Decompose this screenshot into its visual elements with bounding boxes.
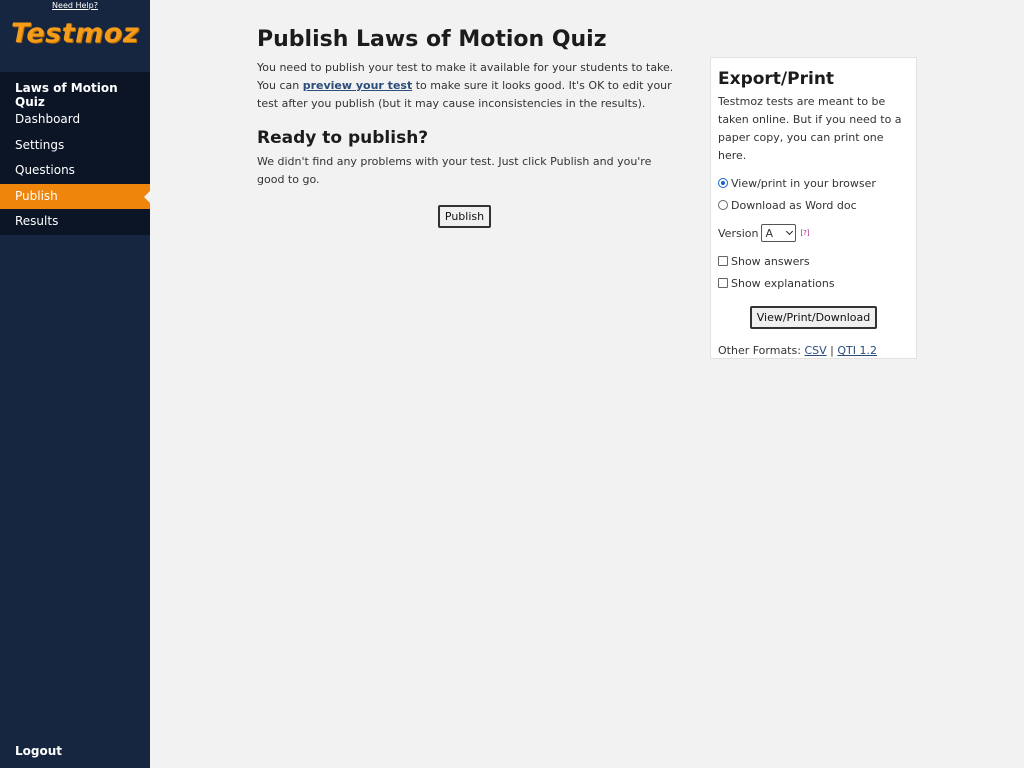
sidebar-item-results[interactable]: Results [0,209,150,235]
version-value: A [765,226,773,240]
testmoz-logo[interactable]: Testmoz [0,16,150,52]
view-print-download-button[interactable]: View/Print/Download [749,306,878,329]
publish-button-wrap: Publish [257,205,672,228]
other-formats: Other Formats: CSV | QTI 1.2 [718,343,909,359]
sidebar-item-settings[interactable]: Settings [0,133,150,159]
publish-intro: You need to publish your test to make it… [257,59,677,113]
csv-link[interactable]: CSV [804,344,826,357]
format-separator: | [826,344,838,357]
view-browser-label[interactable]: View/print in your browser [731,177,876,190]
view-print-download-wrap: View/Print/Download [718,306,909,329]
version-label: Version [718,226,759,240]
qti-link[interactable]: QTI 1.2 [837,344,877,357]
other-formats-label: Other Formats: [718,344,805,357]
word-doc-label[interactable]: Download as Word doc [731,199,857,212]
export-description: Testmoz tests are meant to be taken onli… [718,95,902,162]
logout-link[interactable]: Logout [15,744,62,758]
show-explanations-row[interactable]: Show explanations [718,272,909,294]
sidebar-nav: Laws of Motion Quiz Dashboard Settings Q… [0,72,150,235]
need-help-link[interactable]: Need Help? [0,1,150,11]
export-title: Export/Print [718,69,835,89]
page-title: Publish Laws of Motion Quiz [257,27,607,52]
show-answers-label[interactable]: Show answers [731,255,810,268]
export-print-panel: Export/Print Testmoz tests are meant to … [710,57,917,359]
sidebar-item-questions[interactable]: Questions [0,158,150,184]
word-doc-radio[interactable] [718,200,728,210]
ready-heading: Ready to publish? [257,128,429,148]
sidebar-item-publish[interactable]: Publish [0,183,150,209]
version-row: Version A [?] [718,222,909,244]
show-answers-checkbox[interactable] [718,256,728,266]
show-answers-row[interactable]: Show answers [718,250,909,272]
show-explanations-label[interactable]: Show explanations [731,277,835,290]
chevron-down-icon [786,227,794,236]
show-explanations-checkbox[interactable] [718,278,728,288]
sidebar-item-dashboard[interactable]: Dashboard [0,107,150,133]
sidebar: Need Help? Testmoz Laws of Motion Quiz D… [0,0,150,768]
version-select[interactable]: A [761,224,797,242]
preview-test-link[interactable]: preview your test [303,79,413,92]
version-help-link[interactable]: [?] [800,229,809,237]
option-browser-row[interactable]: View/print in your browser [718,172,909,194]
publish-button[interactable]: Publish [437,205,492,228]
view-browser-radio[interactable] [718,178,728,188]
main-content: Publish Laws of Motion Quiz You need to … [257,24,677,228]
sidebar-quiz-title[interactable]: Laws of Motion Quiz [0,72,150,109]
ready-text: We didn't find any problems with your te… [257,155,652,186]
option-word-row[interactable]: Download as Word doc [718,194,909,216]
export-options: View/print in your browser Download as W… [718,172,909,216]
